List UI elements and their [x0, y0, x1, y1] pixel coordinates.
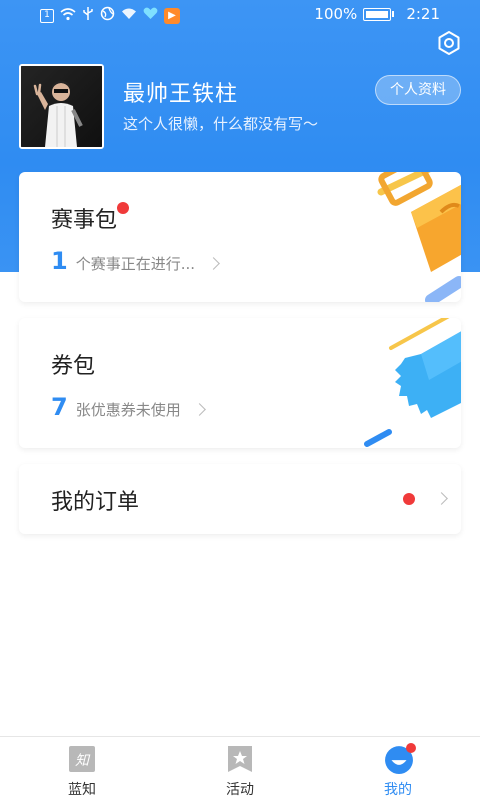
- settings-icon: [438, 31, 460, 55]
- status-icons-right: 100% 2:21: [314, 5, 440, 23]
- battery-percent: 100%: [314, 5, 358, 23]
- orders-title: 我的订单: [51, 490, 140, 515]
- coupons-count: 7: [51, 393, 68, 421]
- wifi-signal-icon: [60, 7, 76, 26]
- coupons-card-text: 张优惠券未使用: [75, 401, 181, 419]
- tab-label: 活动: [226, 782, 254, 798]
- profile-button[interactable]: 个人资料: [375, 75, 461, 105]
- avatar[interactable]: [19, 64, 104, 149]
- battery-icon: [363, 7, 392, 21]
- coupons-card-title: 券包: [51, 354, 96, 379]
- zhi-icon: 知: [69, 746, 95, 772]
- username: 最帅王铁柱: [123, 82, 239, 107]
- chevron-right-icon: [192, 403, 206, 416]
- battery-tip: [392, 11, 395, 17]
- events-card-text: 个赛事正在进行...: [75, 255, 196, 273]
- sim-icon: 1: [40, 9, 54, 23]
- tab-label: 我的: [384, 782, 412, 798]
- coupons-card[interactable]: 券包 7 张优惠券未使用: [19, 318, 461, 448]
- chevron-right-icon: [435, 492, 448, 505]
- coupons-card-subtitle: 7 张优惠券未使用: [51, 393, 206, 421]
- bottom-tab-bar: 知 蓝知 活动 我的: [0, 736, 480, 800]
- star-bookmark-icon: [228, 746, 252, 772]
- avatar-photo: [21, 66, 102, 147]
- wifi-icon: [121, 7, 137, 25]
- orders-badge-dot: [403, 493, 415, 505]
- clock-time: 2:21: [406, 5, 440, 23]
- events-count: 1: [51, 247, 68, 275]
- events-card-title: 赛事包: [51, 208, 118, 233]
- settings-button[interactable]: [436, 30, 462, 56]
- tab-label: 蓝知: [68, 782, 96, 798]
- user-bio: 这个人很懒，什么都没有写～: [123, 115, 319, 133]
- events-card[interactable]: 赛事包 1 个赛事正在进行...: [19, 172, 461, 302]
- tab-lanzhi[interactable]: 知 蓝知: [2, 737, 162, 800]
- toolbox-illustration: [377, 172, 461, 302]
- tab-activity[interactable]: 活动: [160, 737, 320, 800]
- svg-text:知: 知: [75, 753, 91, 769]
- status-bar: 1 ▶ 100% 2:21: [0, 0, 480, 30]
- mine-badge-dot: [406, 743, 416, 753]
- tab-mine[interactable]: 我的: [318, 737, 478, 800]
- usb-icon: [82, 6, 94, 26]
- orders-row[interactable]: 我的订单: [19, 464, 461, 534]
- app-notification-icon: ▶: [164, 8, 180, 24]
- status-icons-left: 1 ▶: [40, 6, 180, 26]
- heart-icon: [143, 7, 158, 25]
- coupon-illustration: [364, 318, 461, 447]
- events-card-subtitle: 1 个赛事正在进行...: [51, 247, 220, 275]
- events-badge-dot: [117, 202, 129, 214]
- chevron-right-icon: [207, 257, 220, 270]
- globe-icon: [100, 6, 115, 26]
